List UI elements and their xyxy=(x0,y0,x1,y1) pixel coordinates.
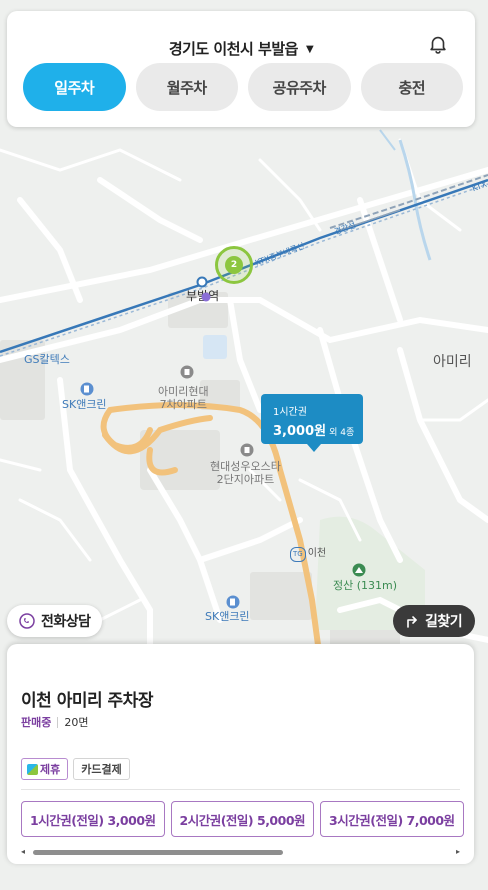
tab-shared[interactable]: 공유주차 xyxy=(248,63,351,111)
bell-icon[interactable] xyxy=(427,33,449,55)
apartment-icon xyxy=(180,365,194,379)
meta-divider xyxy=(57,716,59,728)
lot-meta: 판매중 20면 xyxy=(21,714,89,730)
phone-consult-button[interactable]: 전화상담 xyxy=(7,605,102,637)
map-label-apt2-line1: 현대성우오스타 xyxy=(210,460,281,473)
pin-ticket-label: 1시간권 xyxy=(273,407,307,418)
tab-monthly[interactable]: 월주차 xyxy=(135,63,238,111)
map-label-sk1-text: SK앤크린 xyxy=(62,398,107,411)
card-payment-badge: 카드결제 xyxy=(73,758,130,780)
tab-monthly-label: 월주차 xyxy=(166,78,207,97)
tab-shared-label: 공유주차 xyxy=(272,78,327,97)
gas-station-icon xyxy=(80,382,94,396)
parking-price-pin[interactable]: 1시간권 3,000원 외 4종 xyxy=(261,394,363,452)
map-label-apt1: 아미리현대 7차아파트 xyxy=(158,385,209,411)
cluster-count: 2 xyxy=(225,256,243,274)
map-label-ic-text: 이천 xyxy=(307,548,327,559)
tab-daily-label: 일주차 xyxy=(54,78,95,97)
map-label-sk1: SK앤크린 xyxy=(62,398,107,411)
map-label-gs-text: GS칼텍스 xyxy=(24,353,70,366)
tab-charging[interactable]: 충전 xyxy=(360,63,463,111)
map-label-ic-badge: TG xyxy=(290,547,306,562)
gas-station-icon-2 xyxy=(226,595,240,609)
location-dot-icon xyxy=(201,292,211,302)
header-card: 경기도 이천시 부발읍 ▼ 일주차 월주차 공유주차 충전 xyxy=(7,11,475,127)
map-label-amiri-text: 아미리 xyxy=(433,354,472,370)
pin-price: 3,000원 외 4종 xyxy=(273,420,354,439)
badge-row: 제휴 카드결제 xyxy=(21,758,130,780)
map-label-apt2-line2: 2단지아파트 xyxy=(216,473,275,486)
dropdown-arrow-icon: ▼ xyxy=(305,44,314,55)
parking-lot-card[interactable]: 이천 아미리 주차장 판매중 20면 제휴 카드결제 1시간권(전일) 3,00… xyxy=(7,644,474,864)
station-icon xyxy=(196,276,208,288)
partner-badge: 제휴 xyxy=(21,758,69,780)
ticket-label: 1시간권(전일) 3,000원 xyxy=(30,812,156,828)
scroll-right-arrow-icon[interactable]: ▸ xyxy=(456,847,460,856)
ticket-label: 3시간권(전일) 7,000원 xyxy=(329,812,455,828)
partner-badge-label: 제휴 xyxy=(40,763,61,776)
card-payment-label: 카드결제 xyxy=(81,763,122,776)
map-label-mountain-text: 정산 (131m) xyxy=(333,579,398,592)
ticket-option[interactable]: 1시간권(전일) 3,000원 xyxy=(21,801,165,837)
directions-button[interactable]: 길찾기 xyxy=(393,605,475,637)
apartment-icon-2 xyxy=(240,443,254,457)
map-label-gs: GS칼텍스 xyxy=(24,353,70,366)
tab-bar: 일주차 월주차 공유주차 충전 xyxy=(23,63,463,111)
horizontal-scrollbar[interactable]: ◂ ▸ xyxy=(21,847,460,857)
map-label-amiri: 아미리 xyxy=(433,354,472,370)
ticket-option[interactable]: 2시간권(전일) 5,000원 xyxy=(170,801,315,837)
phone-consult-label: 전화상담 xyxy=(41,614,91,630)
map-label-apt1-line2: 7차아파트 xyxy=(159,398,208,411)
scroll-left-arrow-icon[interactable]: ◂ xyxy=(21,847,25,856)
location-text: 경기도 이천시 부발읍 xyxy=(168,40,299,58)
tab-daily[interactable]: 일주차 xyxy=(23,63,126,111)
map-label-sk2-text: SK앤크린 xyxy=(205,610,250,623)
ticket-option[interactable]: 3시간권(전일) 7,000원 xyxy=(320,801,464,837)
map-label-mountain: 정산 (131m) xyxy=(333,579,397,592)
ticket-list: 1시간권(전일) 3,000원 2시간권(전일) 5,000원 3시간권(전일)… xyxy=(21,801,464,837)
map-label-ktx-text: KTX xyxy=(470,179,488,194)
cluster-marker[interactable]: 2 xyxy=(215,246,253,284)
map-label-sk2: SK앤크린 xyxy=(205,610,250,623)
tab-charging-label: 충전 xyxy=(398,78,426,97)
ticket-label: 2시간권(전일) 5,000원 xyxy=(179,812,306,828)
partner-logo-icon xyxy=(27,763,38,775)
turn-arrow-icon xyxy=(407,616,417,628)
sale-status: 판매중 xyxy=(21,716,52,729)
mountain-icon xyxy=(352,563,366,577)
map-label-apt2: 현대성우오스타 2단지아파트 xyxy=(210,460,281,486)
directions-label: 길찾기 xyxy=(425,614,463,630)
pin-extra: 외 4종 xyxy=(329,428,355,438)
phone-chat-icon xyxy=(19,613,35,629)
location-selector[interactable]: 경기도 이천시 부발읍 ▼ xyxy=(7,38,475,59)
map-label-ic: TG 이천 xyxy=(290,547,326,562)
space-count: 20면 xyxy=(64,716,89,729)
scroll-thumb[interactable] xyxy=(33,850,283,855)
divider xyxy=(21,789,460,790)
map-label-apt1-line1: 아미리현대 xyxy=(158,385,209,398)
lot-name: 이천 아미리 주차장 xyxy=(21,691,153,711)
pin-price-value: 3,000원 xyxy=(273,424,327,439)
